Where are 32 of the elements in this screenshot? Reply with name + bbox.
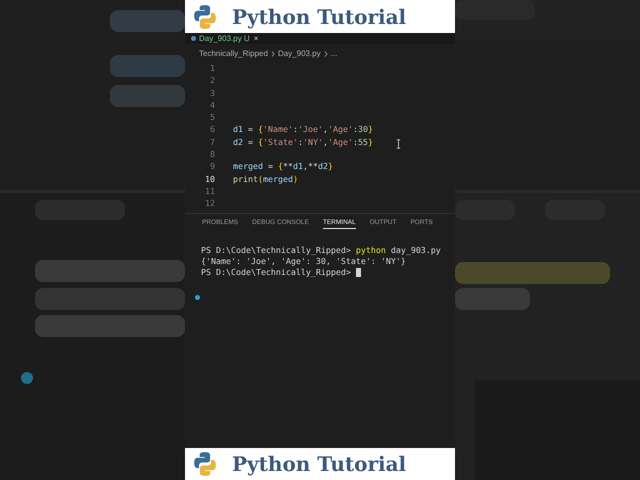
- python-logo-icon: [192, 4, 218, 30]
- line-number: 11: [204, 184, 215, 198]
- line-number: 2: [209, 74, 215, 87]
- line-number: 10: [204, 172, 215, 185]
- banner-title: Python Tutorial: [232, 4, 406, 28]
- line-number: 8: [209, 148, 215, 160]
- code-line: d1 = {'Name':'Joe','Age':30}: [233, 123, 373, 136]
- banner-title: Python Tutorial: [232, 452, 406, 476]
- breadcrumb-item[interactable]: ...: [330, 49, 338, 58]
- line-number: 7: [209, 136, 215, 148]
- line-number: 12: [204, 197, 215, 210]
- line-number: 1: [209, 62, 215, 74]
- breadcrumb-item[interactable]: Technically_Ripped: [199, 49, 268, 58]
- chevron-icon: [270, 50, 275, 56]
- breadcrumb-item[interactable]: Day_903.py: [278, 49, 321, 58]
- chevron-icon: [324, 50, 328, 56]
- code-line: merged = {**d1,**d2}: [233, 160, 333, 173]
- code-line: print(merged): [233, 172, 298, 185]
- terminal-line: {'Name': 'Joe', 'Age': 30, 'State': 'NY'}: [201, 256, 406, 267]
- terminal-line: PS D:\Code\Technically_Ripped> python day_903.py: [201, 245, 441, 256]
- status-dot-icon: [195, 295, 200, 300]
- line-number: 3: [209, 86, 215, 99]
- terminal-line: PS D:\Code\Technically_Ripped>: [201, 267, 352, 278]
- line-number: 4: [209, 98, 215, 112]
- text-cursor-icon: [396, 139, 401, 149]
- file-icon: [191, 36, 196, 41]
- python-logo-icon: [192, 451, 218, 477]
- line-number: 6: [209, 123, 215, 136]
- line-number: 9: [209, 160, 215, 173]
- close-icon[interactable]: ×: [254, 34, 258, 44]
- line-number: 5: [209, 111, 215, 124]
- code-line: d2 = {'State':'NY','Age':55}: [233, 136, 373, 148]
